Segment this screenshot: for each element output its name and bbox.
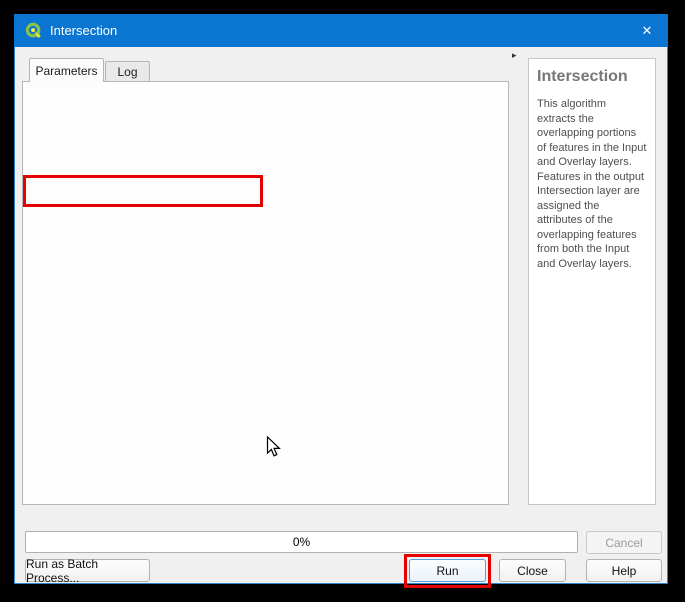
cancel-button-label: Cancel (605, 536, 642, 550)
run-button-label: Run (436, 564, 458, 578)
help-description: This algorithm extracts the overlapping … (537, 97, 647, 271)
progress-label: 0% (293, 535, 310, 549)
progress-bar: 0% (25, 531, 578, 553)
help-button-label: Help (612, 564, 637, 578)
help-panel: Intersection This algorithm extracts the… (528, 58, 656, 505)
run-as-batch-button[interactable]: Run as Batch Process... (25, 559, 150, 582)
help-title: Intersection (537, 68, 647, 86)
cancel-button: Cancel (586, 531, 662, 554)
tab-log-label: Log (117, 65, 137, 79)
close-button-label: Close (517, 564, 548, 578)
tab-parameters[interactable]: Parameters (29, 58, 104, 82)
tab-log[interactable]: Log (105, 61, 150, 82)
close-button[interactable]: Close (499, 559, 566, 582)
close-icon: ✕ (642, 23, 653, 39)
qgis-logo-icon (25, 22, 43, 40)
mouse-cursor (266, 436, 281, 458)
help-button[interactable]: Help (586, 559, 662, 582)
run-as-batch-label: Run as Batch Process... (26, 557, 149, 585)
window-title: Intersection (50, 23, 117, 38)
panel-collapse-icon[interactable]: ▸ (512, 50, 517, 61)
tab-parameters-label: Parameters (35, 64, 97, 78)
screenshot-root: Intersection ✕ Parameters Log Input laye… (0, 0, 685, 602)
title-bar: Intersection ✕ (14, 14, 668, 47)
close-window-button[interactable]: ✕ (626, 14, 668, 47)
run-button[interactable]: Run (409, 559, 486, 582)
